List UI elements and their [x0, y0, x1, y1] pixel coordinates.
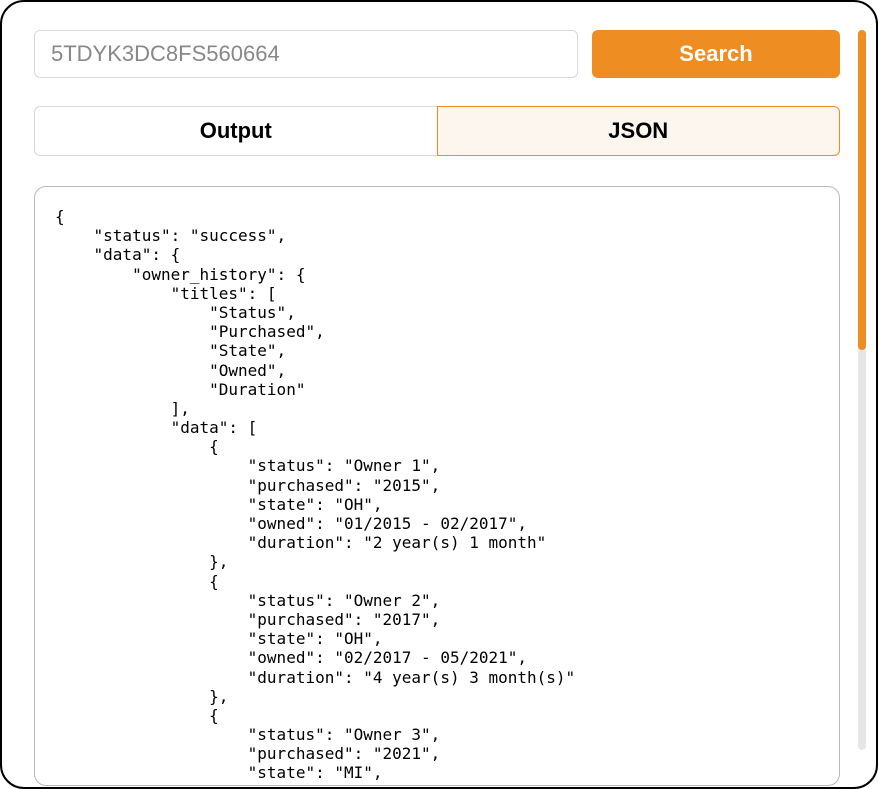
- scrollbar-track[interactable]: [858, 30, 866, 750]
- content-area: Search Output JSON { "status": "success"…: [2, 2, 848, 787]
- scrollbar-thumb[interactable]: [858, 30, 866, 350]
- json-output-text: { "status": "success", "data": { "owner_…: [55, 207, 819, 783]
- search-button[interactable]: Search: [592, 30, 840, 78]
- app-window: Search Output JSON { "status": "success"…: [0, 0, 878, 789]
- vin-search-input[interactable]: [34, 30, 578, 78]
- tabs-row: Output JSON: [34, 106, 840, 156]
- json-output-box: { "status": "success", "data": { "owner_…: [34, 186, 840, 786]
- tab-json[interactable]: JSON: [437, 106, 841, 156]
- search-bar-row: Search: [34, 30, 840, 78]
- tab-output[interactable]: Output: [34, 106, 437, 156]
